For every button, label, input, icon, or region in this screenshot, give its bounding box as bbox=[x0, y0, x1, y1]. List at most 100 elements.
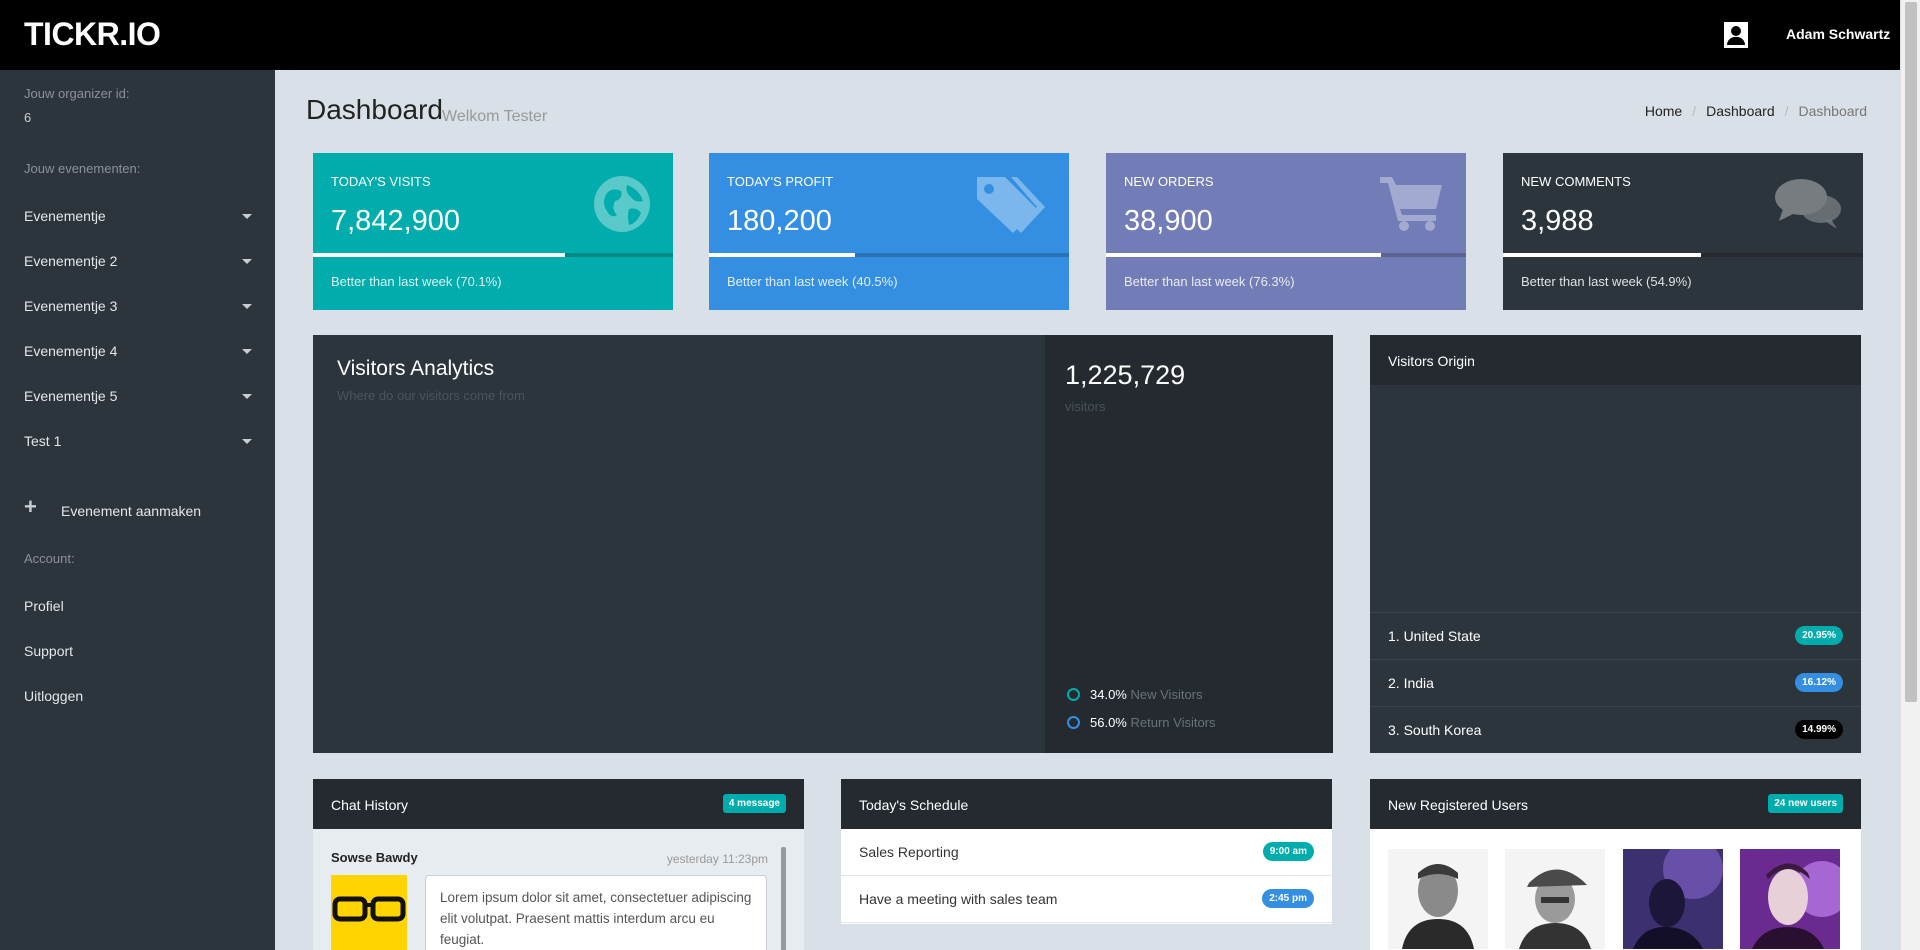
caret-down-icon bbox=[242, 349, 252, 354]
chat-history-panel: Chat History 4 message Sowse Bawdy yeste… bbox=[313, 779, 804, 950]
chat-scrollbar[interactable] bbox=[781, 847, 786, 950]
caret-down-icon bbox=[242, 214, 252, 219]
scrollbar-thumb[interactable] bbox=[1905, 2, 1917, 702]
schedule-time-badge: 9:00 am bbox=[1262, 842, 1314, 861]
schedule-label: Sales Reporting bbox=[859, 844, 959, 860]
stat-footer: Better than last week (54.9%) bbox=[1521, 274, 1692, 289]
origin-percent-badge: 20.95% bbox=[1795, 626, 1843, 645]
tags-icon bbox=[977, 177, 1045, 233]
page-title: Dashboard bbox=[306, 94, 443, 125]
caret-down-icon bbox=[242, 304, 252, 309]
user-avatar-icon[interactable] bbox=[1724, 22, 1748, 48]
origin-country: 2. India bbox=[1388, 675, 1434, 691]
sidebar-item-profiel[interactable]: Profiel bbox=[24, 598, 252, 614]
chat-message: Lorem ipsum dolor sit amet, consectetuer… bbox=[425, 875, 767, 950]
legend-value: 56.0% bbox=[1090, 715, 1127, 730]
user-avatar-photo[interactable] bbox=[1505, 849, 1605, 949]
schedule-label: Have a meeting with sales team bbox=[859, 891, 1058, 907]
stat-value: 3,988 bbox=[1521, 205, 1594, 237]
panel-title: Chat History bbox=[331, 797, 409, 813]
circle-icon bbox=[1067, 688, 1080, 701]
user-avatar-photo[interactable] bbox=[1740, 849, 1840, 949]
caret-down-icon bbox=[242, 259, 252, 264]
sidebar-item-event[interactable]: Evenementje 4 bbox=[24, 343, 252, 359]
stat-progress-fill bbox=[1503, 253, 1701, 257]
origin-percent-badge: 14.99% bbox=[1795, 720, 1843, 739]
brand-logo[interactable]: TICKR.IO bbox=[24, 16, 161, 53]
visitors-origin-panel: Visitors Origin 1. United State 20.95% 2… bbox=[1370, 335, 1861, 753]
sidebar-item-support[interactable]: Support bbox=[24, 643, 252, 659]
circle-icon bbox=[1067, 716, 1080, 729]
schedule-item[interactable]: Have a meeting with sales team 2:45 pm bbox=[841, 876, 1332, 923]
origin-country: 1. United State bbox=[1388, 628, 1481, 644]
origin-percent-badge: 16.12% bbox=[1795, 673, 1843, 692]
sidebar-item-label: Evenementje 3 bbox=[24, 298, 118, 314]
stat-progress-bar bbox=[313, 253, 673, 257]
user-avatar-photo[interactable] bbox=[1623, 849, 1723, 949]
panel-heading: Visitors Origin bbox=[1370, 335, 1861, 385]
schedule-item[interactable]: Sales Reporting 9:00 am bbox=[841, 829, 1332, 876]
legend-label: Return Visitors bbox=[1130, 715, 1216, 730]
user-menu-name[interactable]: Adam Schwartz bbox=[1786, 26, 1890, 42]
new-users-panel: New Registered Users 24 new users bbox=[1370, 779, 1861, 950]
legend-value: 34.0% bbox=[1090, 687, 1127, 702]
message-count-badge: 4 message bbox=[722, 794, 786, 813]
breadcrumb-current: Dashboard bbox=[1798, 103, 1868, 119]
comments-icon bbox=[1775, 179, 1841, 229]
organizer-label: Jouw organizer id: bbox=[24, 86, 130, 101]
user-avatar-photo[interactable] bbox=[1388, 849, 1488, 949]
stat-card-orders: NEW ORDERS 38,900 Better than last week … bbox=[1106, 153, 1466, 310]
sidebar-item-label: Evenementje 4 bbox=[24, 343, 118, 359]
stat-value: 7,842,900 bbox=[331, 205, 461, 237]
sidebar-item-uitloggen[interactable]: Uitloggen bbox=[24, 688, 252, 704]
stat-footer: Better than last week (70.1%) bbox=[331, 274, 502, 289]
stat-value: 38,900 bbox=[1124, 205, 1213, 237]
schedule-time-badge: 2:45 pm bbox=[1262, 889, 1314, 908]
stat-progress-fill bbox=[313, 253, 566, 257]
stat-footer: Better than last week (76.3%) bbox=[1124, 274, 1295, 289]
origin-country: 3. South Korea bbox=[1388, 722, 1482, 738]
organizer-id: 6 bbox=[24, 110, 32, 125]
sidebar: Jouw organizer id: 6 Jouw evenementen: E… bbox=[0, 70, 275, 950]
plus-icon: + bbox=[24, 494, 37, 519]
stat-progress-bar bbox=[709, 253, 1069, 257]
stat-card-comments: NEW COMMENTS 3,988 Better than last week… bbox=[1503, 153, 1863, 310]
origin-row: 2. India 16.12% bbox=[1370, 659, 1861, 706]
sidebar-item-label: Test 1 bbox=[24, 433, 62, 449]
sidebar-item-event[interactable]: Evenementje 5 bbox=[24, 388, 252, 404]
breadcrumb-home[interactable]: Home bbox=[1645, 103, 1682, 119]
schedule-panel: Today's Schedule Sales Reporting 9:00 am… bbox=[841, 779, 1332, 924]
page-subtitle: Welkom Tester bbox=[442, 108, 548, 125]
visitors-analytics-subtitle: Where do our visitors come from bbox=[337, 388, 525, 403]
sidebar-item-event[interactable]: Evenementje 3 bbox=[24, 298, 252, 314]
avatar[interactable] bbox=[331, 875, 407, 950]
sidebar-item-event[interactable]: Evenementje 2 bbox=[24, 253, 252, 269]
breadcrumb-dashboard[interactable]: Dashboard bbox=[1706, 103, 1775, 119]
visitors-summary: 1,225,729 visitors 34.0% New Visitors 56… bbox=[1045, 335, 1333, 753]
chat-author[interactable]: Sowse Bawdy bbox=[331, 850, 418, 865]
page-scrollbar[interactable] bbox=[1900, 0, 1920, 950]
sidebar-item-label: Evenementje bbox=[24, 208, 106, 224]
sidebar-item-event[interactable]: Evenementje bbox=[24, 208, 252, 224]
panel-heading: Chat History 4 message bbox=[313, 779, 804, 829]
panel-title: New Registered Users bbox=[1388, 797, 1529, 813]
panel-title: Visitors Origin bbox=[1388, 353, 1475, 369]
caret-down-icon bbox=[242, 439, 252, 444]
visitors-analytics-panel: Visitors Analytics Where do our visitors… bbox=[313, 335, 1333, 753]
stat-progress-fill bbox=[1106, 253, 1381, 257]
cart-icon bbox=[1380, 177, 1442, 231]
stat-label: NEW ORDERS bbox=[1124, 174, 1214, 189]
events-label: Jouw evenementen: bbox=[24, 161, 141, 176]
sidebar-item-event[interactable]: Test 1 bbox=[24, 433, 252, 449]
panel-heading: New Registered Users 24 new users bbox=[1370, 779, 1861, 829]
panel-title: Today's Schedule bbox=[859, 797, 969, 813]
stat-value: 180,200 bbox=[727, 205, 832, 237]
create-event-link[interactable]: Evenement aanmaken bbox=[61, 503, 241, 519]
caret-down-icon bbox=[242, 394, 252, 399]
top-navbar: TICKR.IO Adam Schwartz bbox=[0, 0, 1900, 70]
stat-progress-bar bbox=[1503, 253, 1863, 257]
origin-row: 3. South Korea 14.99% bbox=[1370, 706, 1861, 753]
visitors-total-label: visitors bbox=[1065, 399, 1106, 414]
sidebar-item-label: Evenementje 5 bbox=[24, 388, 118, 404]
globe-icon bbox=[594, 176, 650, 232]
